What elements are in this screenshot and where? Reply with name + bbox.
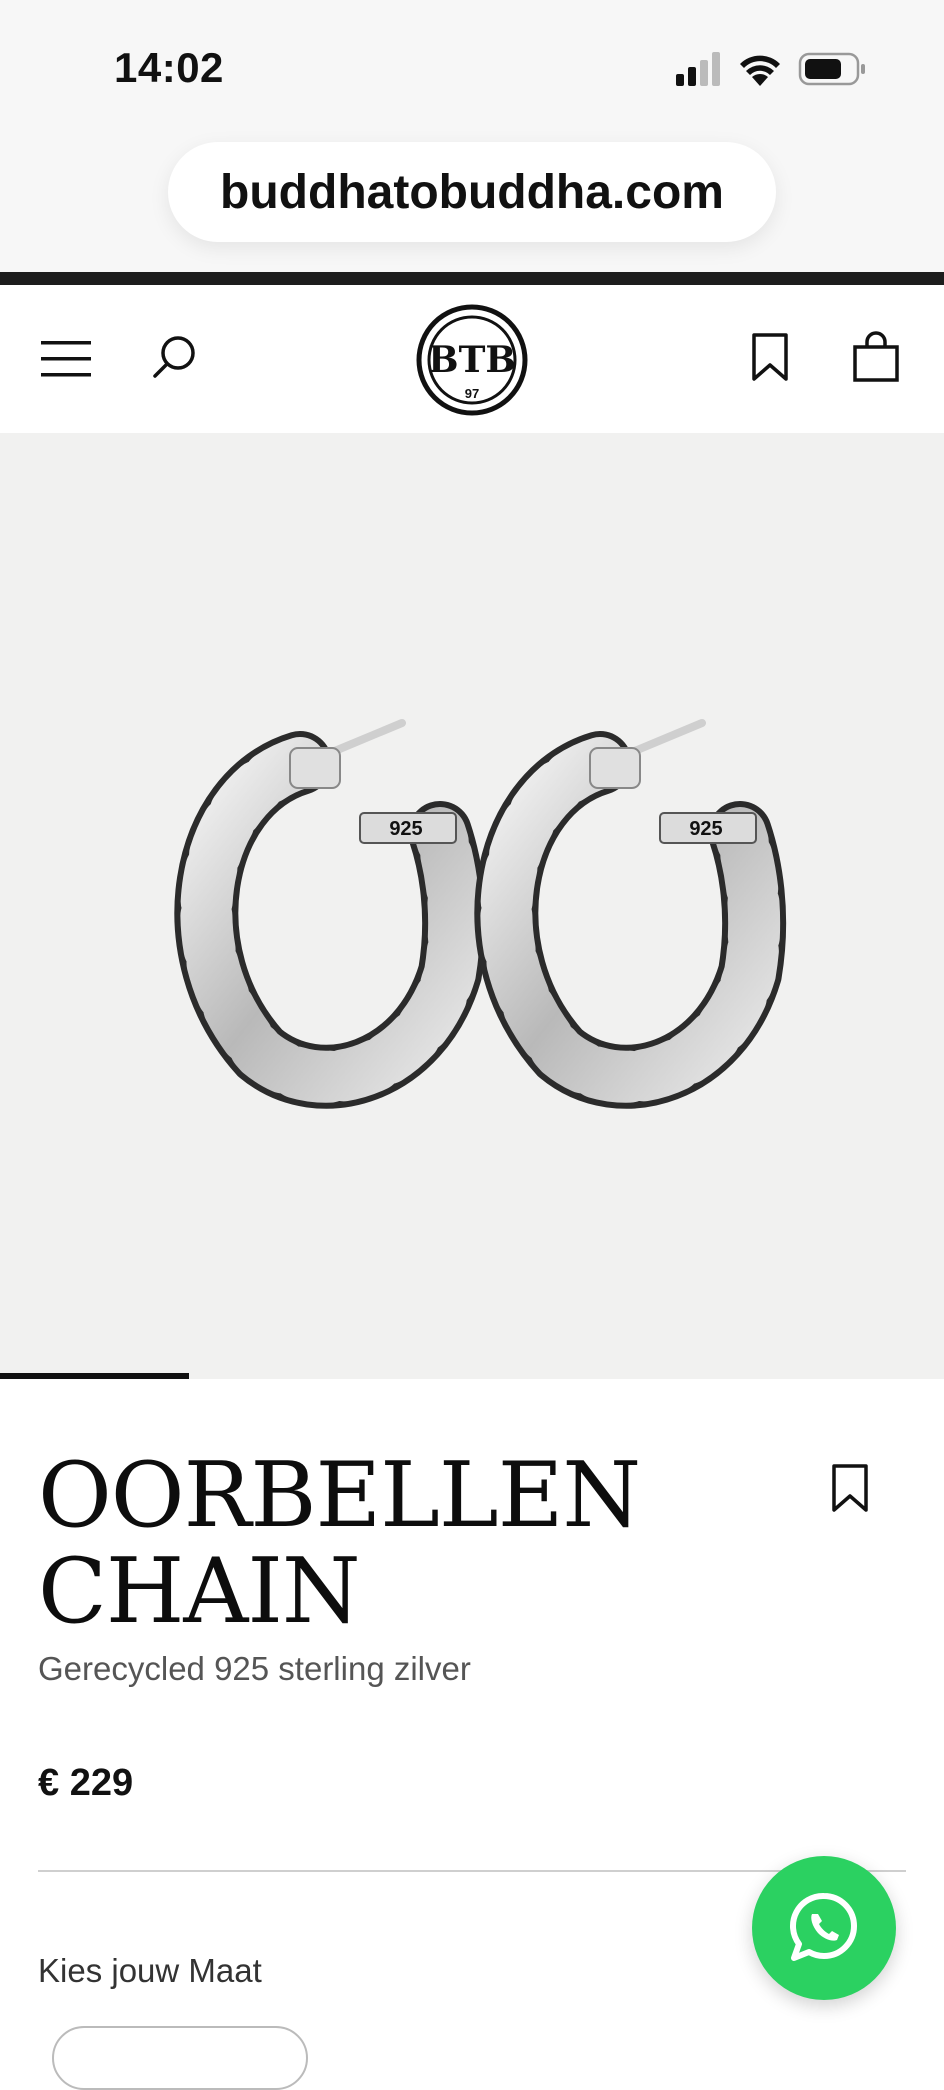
product-image[interactable]: 925 925: [0, 433, 944, 1379]
site-header: BTB 97: [0, 285, 944, 433]
gallery-progress-indicator: [0, 1373, 189, 1379]
product-subtitle: Gerecycled 925 sterling zilver: [38, 1650, 471, 1687]
divider: [38, 1870, 906, 1872]
announcement-bar: [0, 272, 944, 285]
whatsapp-icon: [790, 1892, 857, 1961]
shopping-bag-icon[interactable]: [848, 329, 904, 385]
product-price: € 229: [38, 1762, 134, 1804]
product-title-line2: CHAIN: [38, 1539, 361, 1644]
logo-text: BTB: [428, 339, 516, 381]
browser-top-area: 14:02 buddhatobuddha.com: [0, 0, 944, 272]
product-title-line1: OORBELLEN: [38, 1443, 641, 1548]
earring-right: 925: [474, 719, 787, 1109]
bookmark-icon[interactable]: [746, 329, 794, 385]
logo[interactable]: BTB 97: [416, 304, 528, 416]
battery-icon: [798, 52, 865, 86]
wifi-icon: [740, 55, 780, 86]
size-option-button[interactable]: [52, 2026, 308, 2090]
hoop-earrings-illustration: 925 925: [174, 719, 787, 1109]
url-bar[interactable]: buddhatobuddha.com: [168, 142, 776, 242]
cellular-signal-icon: [676, 52, 720, 86]
menu-icon[interactable]: [36, 329, 96, 389]
earring-stamp-right: 925: [689, 818, 722, 840]
logo-subtext: 97: [465, 386, 479, 401]
earring-left: 925: [174, 719, 487, 1109]
earring-stamp-left: 925: [389, 818, 422, 840]
status-time: 14:02: [114, 44, 224, 91]
status-icons: [676, 50, 876, 90]
whatsapp-button[interactable]: [752, 1856, 896, 2000]
bookmark-product-icon[interactable]: [826, 1460, 874, 1516]
search-icon[interactable]: [146, 329, 202, 385]
product-title: OORBELLEN CHAIN: [38, 1448, 658, 1640]
size-label: Kies jouw Maat: [38, 1952, 262, 1989]
